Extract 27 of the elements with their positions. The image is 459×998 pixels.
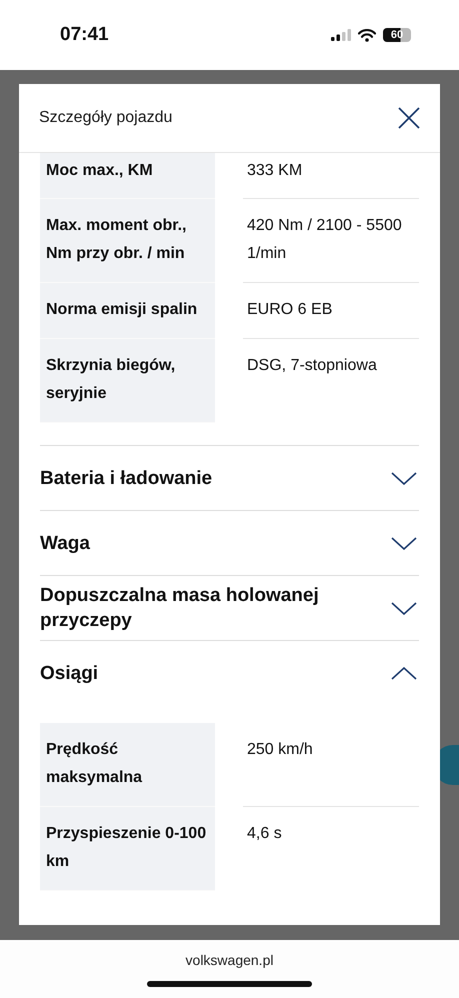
spec-value: DSG, 7-stopniowa <box>246 356 378 376</box>
spec-value: 4,6 s <box>246 824 283 844</box>
accordion-header[interactable]: Waga <box>40 511 419 575</box>
chevron-down-icon <box>391 472 417 484</box>
chevron-down-icon <box>391 536 417 550</box>
spec-label: Norma emisji spalin <box>40 283 215 339</box>
accordion-header[interactable]: Dopuszczalna masa holowanej przyczepy <box>40 576 419 640</box>
accordion-header[interactable]: Osiągi <box>40 641 419 705</box>
accordion-header[interactable]: Bateria i ładowanie <box>40 446 419 510</box>
spec-label: Max. moment obr., Nm przy obr. / min <box>40 199 215 283</box>
url-text[interactable]: volkswagen.pl <box>186 952 274 968</box>
spec-label: Moc max., KM <box>40 153 215 199</box>
chevron-up-icon <box>391 666 417 680</box>
spec-label: Prędkość maksymalna <box>40 723 215 807</box>
spec-value: EURO 6 EB <box>243 283 419 339</box>
close-button[interactable] <box>397 106 421 130</box>
spec-label: Skrzynia biegów, seryjnie <box>40 339 215 423</box>
spec-value: 420 Nm / 2100 - 5500 1/min <box>243 199 419 283</box>
close-icon <box>397 106 421 130</box>
wifi-icon <box>358 28 376 42</box>
chevron-down-icon <box>391 602 417 614</box>
spec-value: 250 km/h <box>243 723 419 807</box>
dialog-title: Szczegóły pojazdu <box>39 109 172 127</box>
signal-icon <box>331 29 351 41</box>
spec-label: Przyspieszenie 0-100 km <box>40 807 215 891</box>
clock: 07:41 <box>60 24 109 46</box>
spec-value: 333 KM <box>243 153 419 199</box>
